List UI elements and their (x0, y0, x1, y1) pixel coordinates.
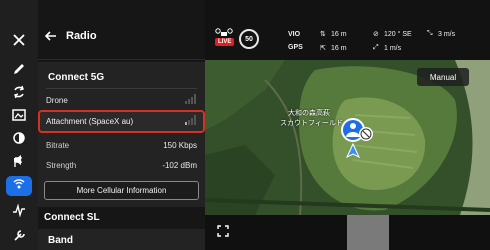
height-value: 16 m (331, 31, 347, 38)
radio-icon[interactable] (0, 174, 38, 198)
attachment-label: Attachment (SpaceX au) (46, 117, 134, 126)
icon-rail (0, 0, 38, 250)
distance-icon: ⇱ (320, 45, 326, 52)
section-connect-5g: Connect 5G (48, 72, 105, 83)
panel-header: Radio (38, 0, 205, 60)
sync-icon[interactable] (0, 80, 38, 104)
panel-title: Radio (66, 30, 97, 42)
speed-indicator: 50 (239, 29, 259, 49)
strength-value: -102 dBm (162, 161, 197, 170)
close-icon[interactable] (0, 28, 38, 52)
signal-bars-icon (185, 94, 196, 104)
image-icon[interactable] (0, 103, 38, 127)
bitrate-row: Bitrate 150 Kbps (46, 141, 197, 150)
horizontal-speed-value: 3 m/s (438, 31, 456, 38)
pencil-icon[interactable] (0, 57, 38, 81)
drone-label: Drone (46, 96, 68, 105)
signal-icon[interactable] (0, 198, 38, 222)
divider (46, 88, 197, 89)
bottom-bar (205, 215, 490, 250)
live-badge: LIVE (215, 38, 235, 46)
camera-thumbnail[interactable] (347, 215, 389, 250)
expand-icon[interactable] (217, 225, 229, 237)
horizontal-speed-icon: ⤡ (427, 30, 433, 37)
place-label-1: 大和の森高萩 (288, 110, 330, 117)
heading-icon: ⊘ (373, 31, 379, 38)
drone-row: Drone (46, 94, 197, 105)
place-label-2: スカウトフィールド (280, 120, 343, 127)
bitrate-value: 150 Kbps (163, 141, 197, 150)
climb-icon: ⤢ (373, 44, 379, 51)
waypoint-icon[interactable] (0, 150, 38, 174)
height-up-icon: ⇅ (320, 31, 326, 38)
heading-value: 120 ° SE (384, 31, 412, 38)
climb-value: 1 m/s (384, 45, 402, 52)
tools-icon[interactable] (0, 224, 38, 248)
strength-label: Strength (46, 161, 77, 170)
section-connect-sl: Connect SL (44, 212, 100, 223)
telemetry-bar: LIVE 50 VIO GPS ⇅ 16 m ⇱ 16 m ⊘ 120 ° SE… (205, 0, 490, 60)
distance-value: 16 m (331, 45, 347, 52)
attachment-row: Attachment (SpaceX au) (46, 115, 197, 126)
back-arrow-icon[interactable] (44, 29, 58, 43)
vio-label: VIO (288, 31, 301, 38)
brightness-icon[interactable] (0, 126, 38, 150)
bitrate-label: Bitrate (46, 141, 70, 150)
manual-mode-button[interactable]: Manual (417, 68, 469, 86)
more-cellular-info-button[interactable]: More Cellular Information (44, 181, 199, 200)
band-label: Band (48, 235, 73, 246)
band-card: Band (38, 229, 205, 250)
signal-bars-icon (185, 115, 196, 125)
gps-label: GPS (288, 44, 303, 51)
attachment-row-highlight[interactable]: Attachment (SpaceX au) (38, 110, 205, 133)
radio-panel: Radio Connect 5G Drone Attachment (Space… (38, 0, 205, 250)
strength-row: Strength -102 dBm (46, 161, 197, 170)
